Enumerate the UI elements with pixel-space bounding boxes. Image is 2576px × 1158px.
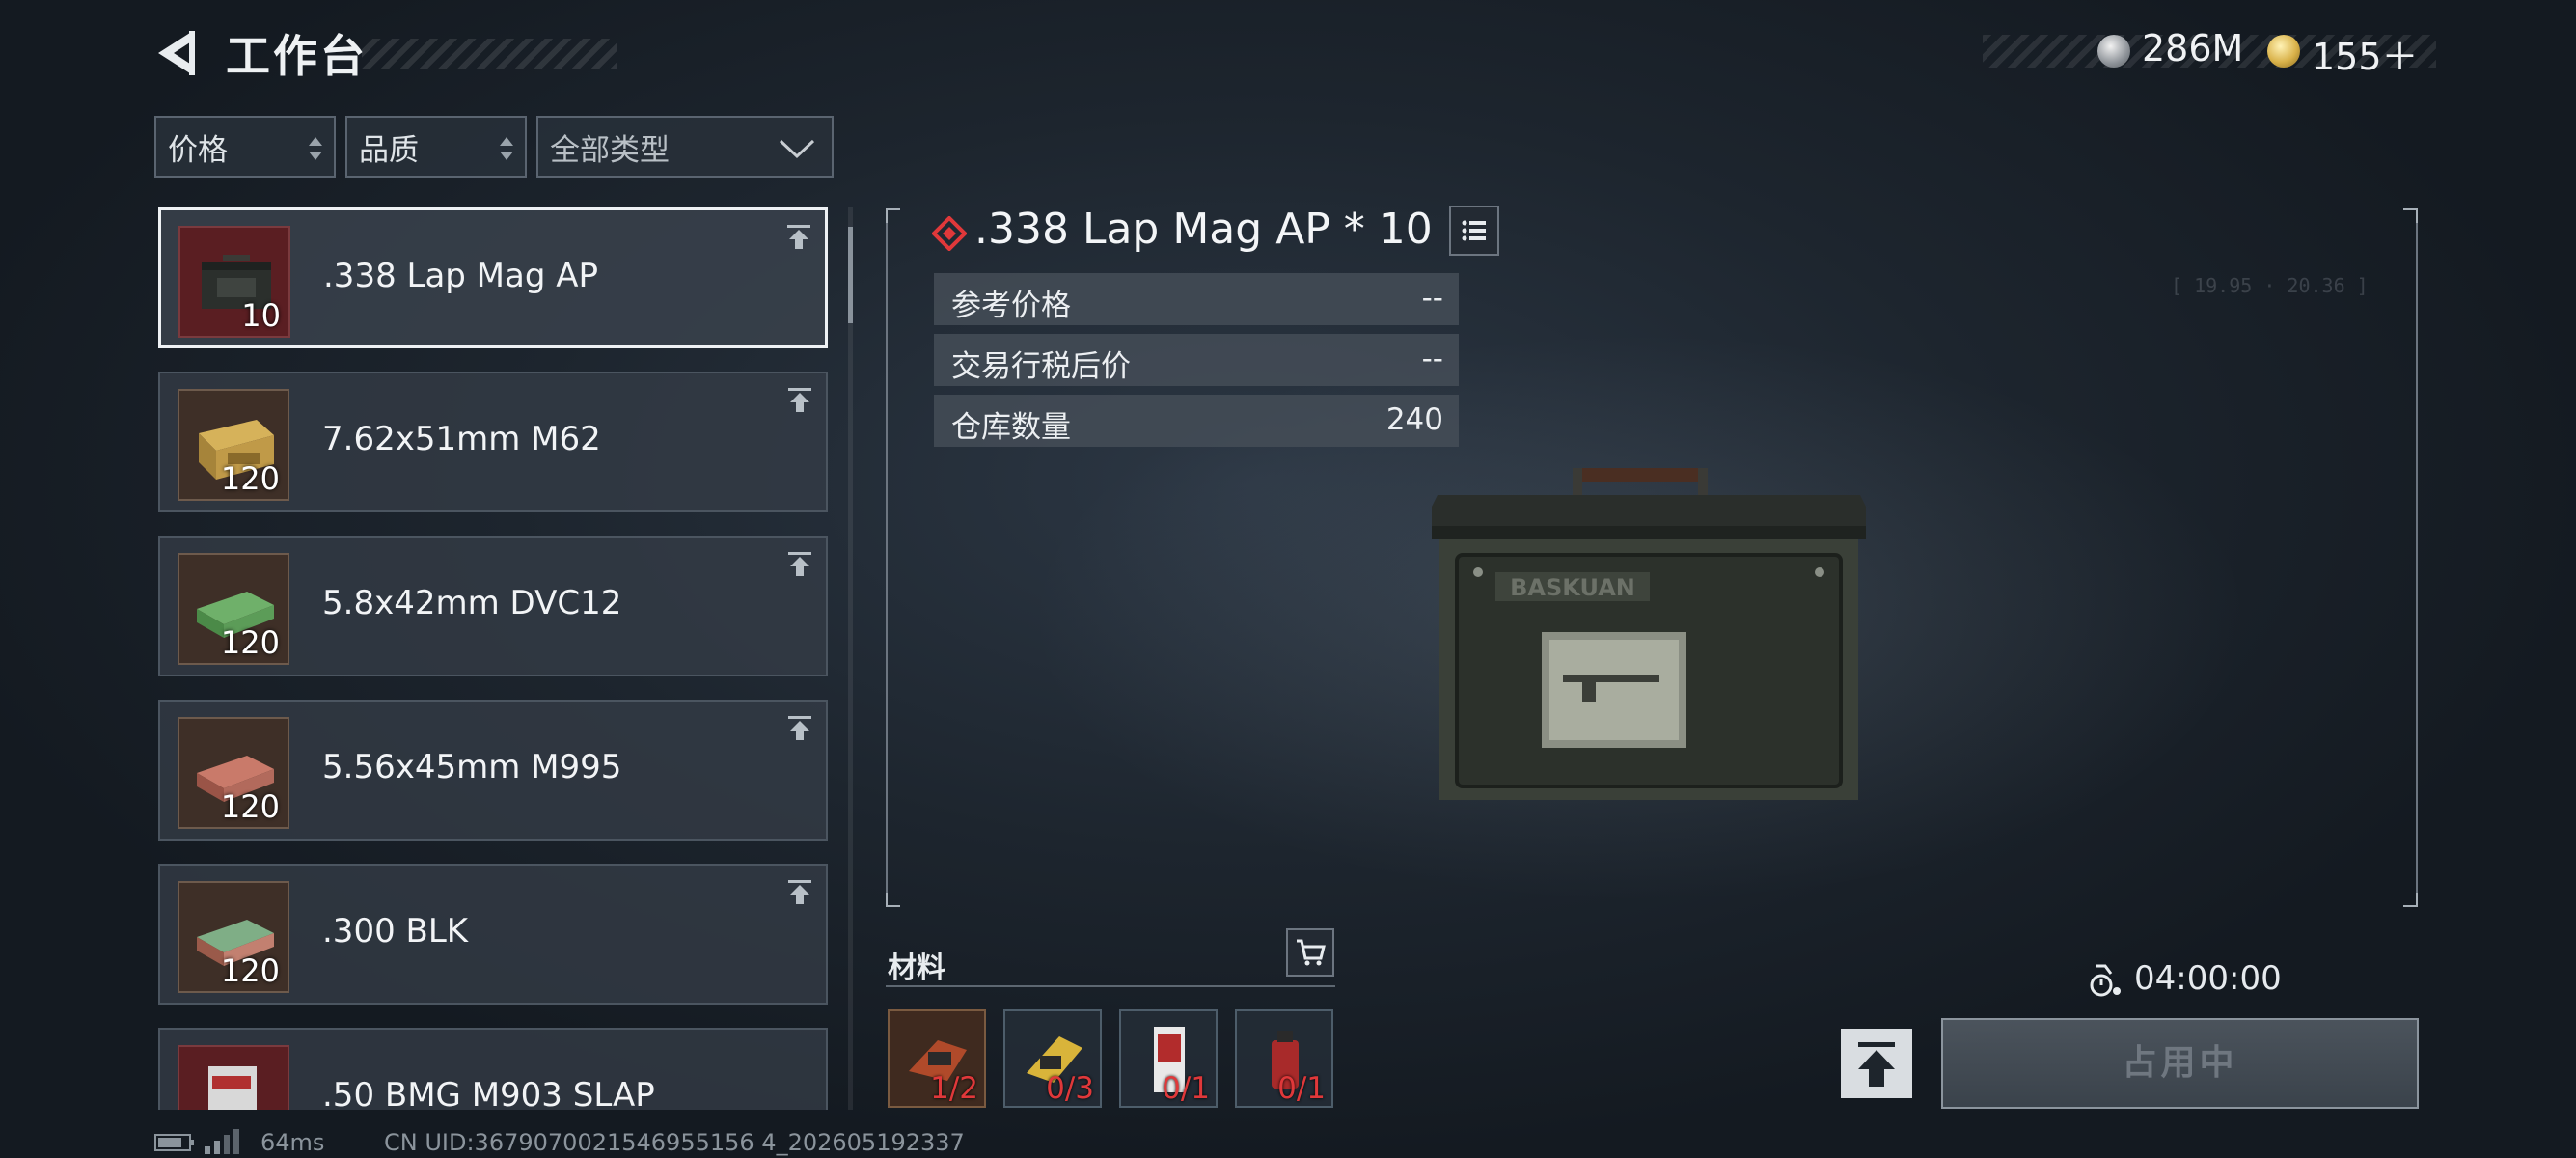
box-brand-label: BASKUAN (1510, 574, 1635, 601)
item-name: 5.56x45mm M995 (322, 748, 622, 786)
rarity-diamond-icon (932, 216, 967, 251)
material-count: 0/1 (1162, 1071, 1210, 1106)
item-quantity: 120 (220, 624, 280, 661)
sort-arrows-icon (500, 137, 513, 160)
type-dropdown-value: 全部类型 (550, 132, 670, 168)
type-dropdown[interactable]: 全部类型 (536, 116, 834, 178)
ammo-box-thumbnail: 120 (178, 389, 289, 501)
stat-value: -- (1421, 281, 1443, 316)
ammo-box-white-icon (208, 1066, 257, 1110)
pin-to-top-icon[interactable] (785, 877, 814, 906)
list-item[interactable]: 120 .300 BLK (158, 864, 828, 1005)
list-item[interactable]: 10 .338 Lap Mag AP (158, 207, 828, 348)
occupied-status-button[interactable]: 占用中 (1941, 1018, 2419, 1109)
item-name: 5.8x42mm DVC12 (322, 584, 622, 622)
list-item[interactable]: 120 5.8x42mm DVC12 (158, 536, 828, 676)
title-decoration (362, 39, 617, 69)
item-name: .50 BMG M903 SLAP (322, 1076, 655, 1110)
user-uid: CN UID:3679070021546955156 4_20260519233… (384, 1129, 965, 1156)
material-slot[interactable]: 0/3 (1003, 1009, 1102, 1108)
signal-strength-icon (205, 1129, 239, 1154)
sort-arrows-icon (309, 137, 322, 160)
quality-sort-filter[interactable]: 品质 (345, 116, 527, 178)
silver-coin-icon (2097, 35, 2130, 68)
materials-label: 材料 (888, 951, 945, 985)
item-info-list-button[interactable] (1449, 206, 1499, 256)
stat-label: 参考价格 (951, 289, 1071, 323)
battery-icon (154, 1134, 194, 1151)
ammo-box-thumbnail: 120 (178, 881, 289, 993)
item-quantity: 10 (241, 297, 281, 334)
craft-timer: 04:00:00 (2134, 959, 2282, 998)
ammo-box-thumbnail (178, 1045, 289, 1110)
item-quantity: 120 (220, 952, 280, 989)
stat-row-reference-price: 参考价格 -- (934, 273, 1459, 325)
quality-sort-label: 品质 (359, 132, 419, 168)
decoration-readout: [ 19.95 · 20.36 ] (2171, 274, 2369, 297)
stat-row-warehouse-quantity: 仓库数量 240 (934, 395, 1459, 447)
stat-value: 240 (1385, 402, 1443, 437)
stat-label: 仓库数量 (951, 410, 1071, 445)
list-scrollbar-thumb[interactable] (848, 227, 853, 323)
gold-currency-amount[interactable]: 155＋ (2312, 27, 2419, 80)
gold-coin-icon (2267, 35, 2300, 68)
ammo-box-thumbnail: 10 (178, 226, 290, 338)
stat-value: -- (1421, 342, 1443, 376)
item-quantity: 120 (220, 788, 280, 825)
material-slot[interactable]: 0/1 (1119, 1009, 1218, 1108)
ammo-box-thumbnail: 120 (178, 553, 289, 665)
ammo-box-preview: BASKUAN (1432, 468, 1866, 800)
list-item[interactable]: .50 BMG M903 SLAP (158, 1028, 828, 1110)
network-ping: 64ms (260, 1129, 325, 1156)
material-slot[interactable]: 0/1 (1235, 1009, 1333, 1108)
item-detail-title: .338 Lap Mag AP * 10 (974, 205, 1433, 254)
materials-divider (886, 985, 1335, 987)
pin-to-top-icon[interactable] (784, 222, 813, 251)
pin-to-top-button[interactable] (1841, 1029, 1912, 1098)
pin-to-top-icon[interactable] (785, 549, 814, 578)
list-item[interactable]: 120 7.62x51mm M62 (158, 372, 828, 512)
price-sort-label: 价格 (168, 132, 228, 168)
recipe-list: 10 .338 Lap Mag AP 120 7.62x51mm M62 120… (156, 207, 832, 1110)
page-title: 工作台 (226, 30, 368, 82)
silver-currency-amount: 286M (2142, 27, 2244, 69)
material-count: 1/2 (930, 1071, 978, 1106)
stat-label: 交易行税后价 (951, 349, 1131, 384)
item-name: .338 Lap Mag AP (323, 257, 598, 295)
stat-row-after-tax-price: 交易行税后价 -- (934, 334, 1459, 386)
price-sort-filter[interactable]: 价格 (154, 116, 336, 178)
buy-materials-button[interactable] (1286, 928, 1334, 977)
back-arrow-icon[interactable] (154, 27, 201, 79)
arrow-to-top-icon (1858, 1042, 1895, 1087)
material-slot[interactable]: 1/2 (888, 1009, 986, 1108)
item-name: 7.62x51mm M62 (322, 420, 601, 458)
list-icon (1462, 220, 1486, 241)
pin-to-top-icon[interactable] (785, 385, 814, 414)
chevron-down-icon (779, 139, 815, 159)
material-count: 0/3 (1046, 1071, 1094, 1106)
list-scroll-track[interactable] (848, 207, 853, 1110)
pin-to-top-icon[interactable] (785, 713, 814, 742)
ammo-box-thumbnail: 120 (178, 717, 289, 829)
shopping-cart-icon (1297, 939, 1326, 966)
craft-time-icon (2090, 964, 2121, 997)
material-count: 0/1 (1277, 1071, 1326, 1106)
item-name: .300 BLK (322, 912, 469, 951)
list-item[interactable]: 120 5.56x45mm M995 (158, 700, 828, 841)
item-quantity: 120 (220, 460, 280, 497)
